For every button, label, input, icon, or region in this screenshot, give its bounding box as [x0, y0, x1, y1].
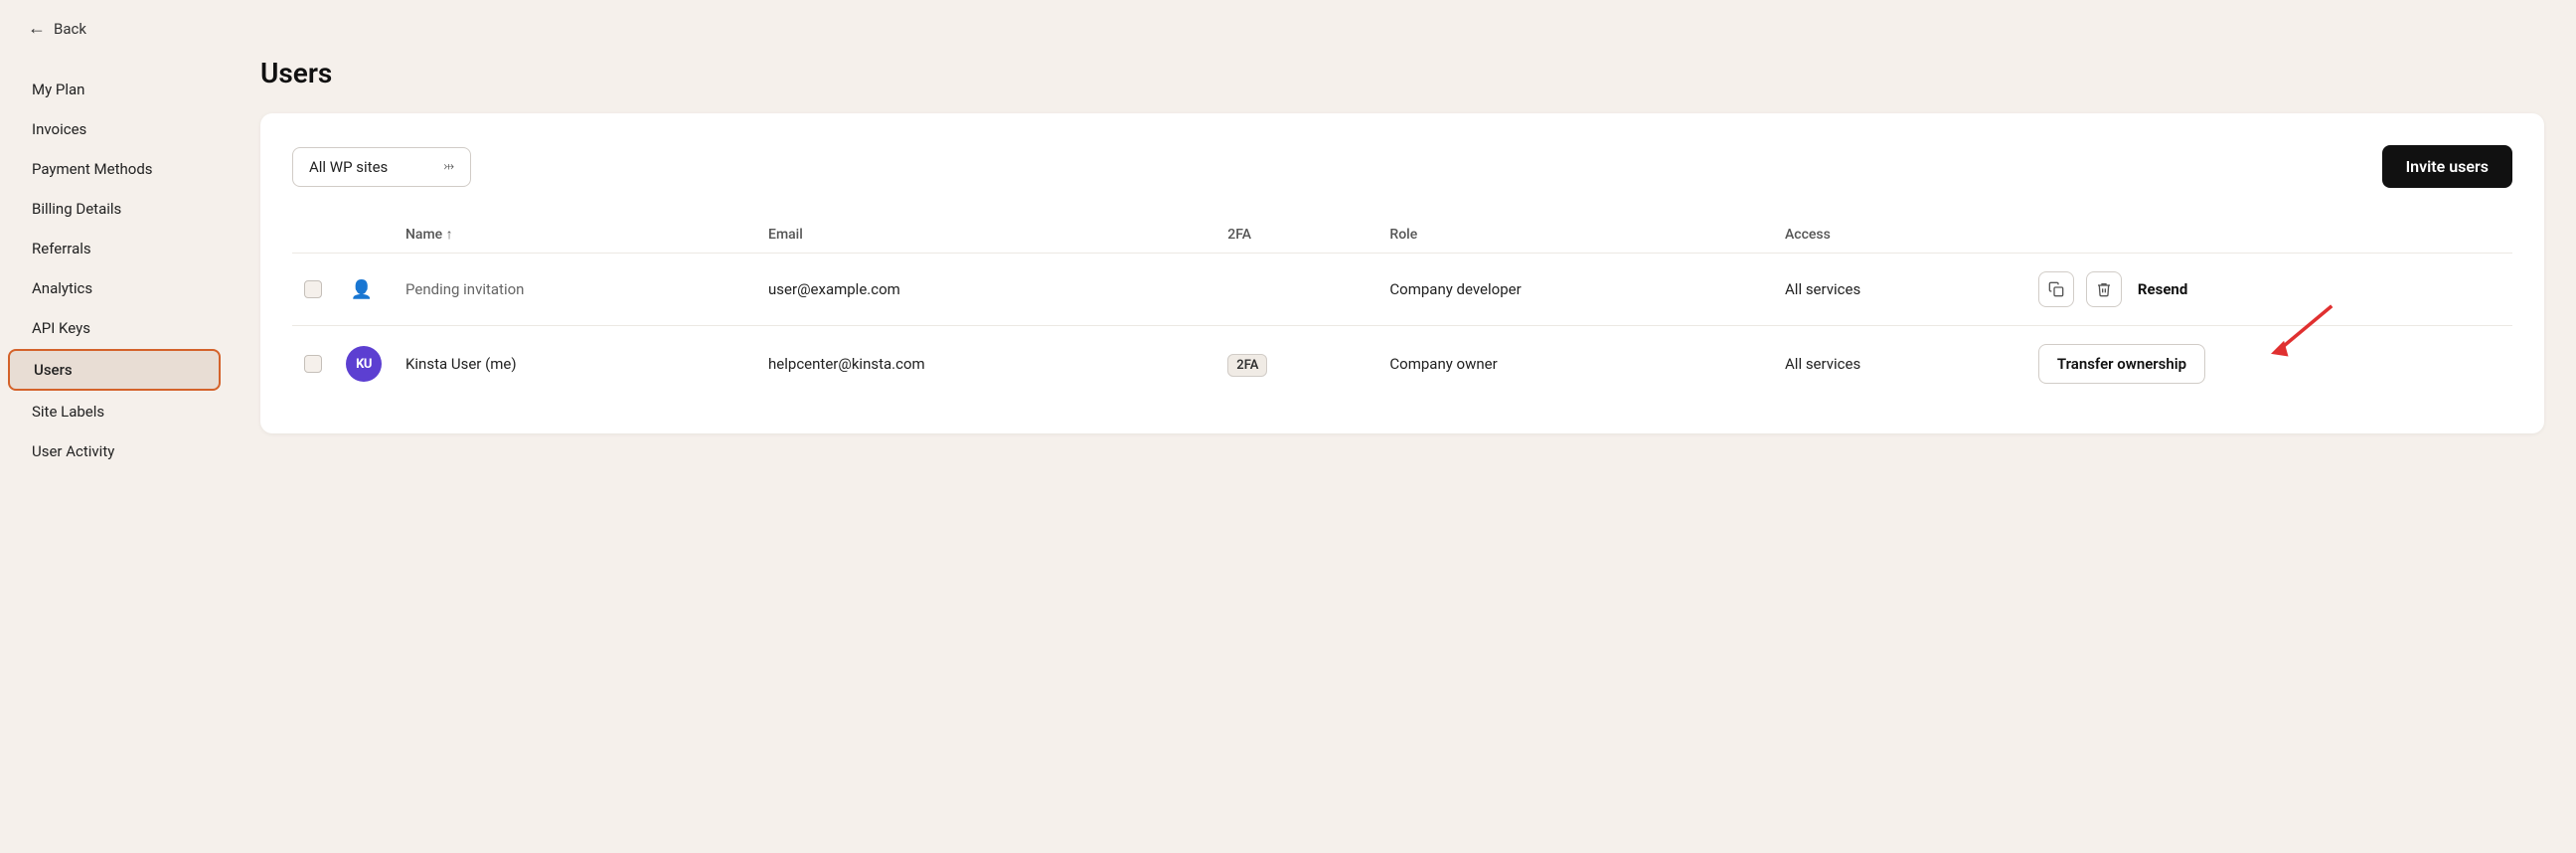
sidebar-item-analytics[interactable]: Analytics [8, 269, 221, 307]
user-role-cell: Company owner [1377, 326, 1773, 403]
sidebar-item-label-users: Users [34, 361, 73, 379]
page-title: Users [260, 57, 2544, 89]
copy-link-button[interactable] [2038, 271, 2074, 307]
user-access-cell: All services [1773, 254, 2026, 326]
sidebar-item-api-keys[interactable]: API Keys [8, 309, 221, 347]
sidebar-item-label-user-activity: User Activity [32, 442, 114, 460]
col-2fa: 2FA [1215, 216, 1377, 254]
sidebar-item-site-labels[interactable]: Site Labels [8, 393, 221, 430]
table-body: 👤 Pending invitationuser@example.com Compa… [292, 254, 2512, 403]
card-header: All WP sites ⤔ Invite users [292, 145, 2512, 188]
resend-invitation-button[interactable]: Resend [2134, 280, 2191, 298]
user-role-cell: Company developer [1377, 254, 1773, 326]
site-filter-dropdown[interactable]: All WP sites ⤔ [292, 147, 471, 187]
back-arrow-icon: ← [28, 18, 46, 39]
sidebar-item-label-payment-methods: Payment Methods [32, 160, 153, 178]
col-access: Access [1773, 216, 2026, 254]
col-name: Name ↑ [394, 216, 756, 254]
user-email-cell: helpcenter@kinsta.com [756, 326, 1215, 403]
col-avatar [334, 216, 394, 254]
col-role: Role [1377, 216, 1773, 254]
sidebar-item-referrals[interactable]: Referrals [8, 230, 221, 267]
user-access-cell: All services [1773, 326, 2026, 403]
user-name-cell: Kinsta User (me) [394, 326, 756, 403]
table-row: KU Kinsta User (me)helpcenter@kinsta.com 2… [292, 326, 2512, 403]
sidebar-item-users[interactable]: Users [8, 349, 221, 391]
user-icon: 👤 [346, 273, 378, 305]
col-email: Email [756, 216, 1215, 254]
sidebar: My Plan Invoices Payment Methods Billing De… [0, 57, 229, 853]
user-2fa-cell: 2FA [1215, 326, 1377, 403]
sidebar-item-user-activity[interactable]: User Activity [8, 432, 221, 470]
table-header: Name ↑ Email 2FA Role Access [292, 216, 2512, 254]
row-checkbox[interactable] [304, 355, 322, 373]
main-card: All WP sites ⤔ Invite users Name ↑ Email… [260, 113, 2544, 433]
sidebar-item-label-invoices: Invoices [32, 120, 86, 138]
row-checkbox[interactable] [304, 280, 322, 298]
user-2fa-cell [1215, 254, 1377, 326]
col-actions [2026, 216, 2512, 254]
user-email-cell: user@example.com [756, 254, 1215, 326]
sidebar-item-label-site-labels: Site Labels [32, 403, 104, 421]
dropdown-selected-value: All WP sites [309, 158, 388, 176]
chevron-down-icon: ⤔ [444, 159, 454, 174]
transfer-ownership-button[interactable]: Transfer ownership [2038, 344, 2205, 384]
sidebar-item-label-my-plan: My Plan [32, 81, 84, 98]
sidebar-item-label-billing-details: Billing Details [32, 200, 121, 218]
sidebar-item-payment-methods[interactable]: Payment Methods [8, 150, 221, 188]
content-area: Users All WP sites ⤔ Invite users [229, 57, 2576, 853]
sidebar-item-label-referrals: Referrals [32, 240, 91, 257]
user-name-cell: Pending invitation [394, 254, 756, 326]
table-row: 👤 Pending invitationuser@example.com Compa… [292, 254, 2512, 326]
sidebar-item-my-plan[interactable]: My Plan [8, 71, 221, 108]
back-label: Back [54, 20, 86, 38]
2fa-badge: 2FA [1227, 354, 1267, 377]
invite-users-button[interactable]: Invite users [2382, 145, 2512, 188]
sidebar-item-billing-details[interactable]: Billing Details [8, 190, 221, 228]
sidebar-item-label-analytics: Analytics [32, 279, 92, 297]
users-table: Name ↑ Email 2FA Role Access 👤 Pending in… [292, 216, 2512, 402]
user-actions-cell: Resend [2026, 254, 2512, 326]
col-checkbox [292, 216, 334, 254]
back-button[interactable]: ← Back [28, 18, 86, 39]
user-actions-cell: Transfer ownership [2026, 326, 2512, 403]
sidebar-item-label-api-keys: API Keys [32, 319, 90, 337]
delete-invitation-button[interactable] [2086, 271, 2122, 307]
avatar: KU [346, 346, 382, 382]
sidebar-item-invoices[interactable]: Invoices [8, 110, 221, 148]
